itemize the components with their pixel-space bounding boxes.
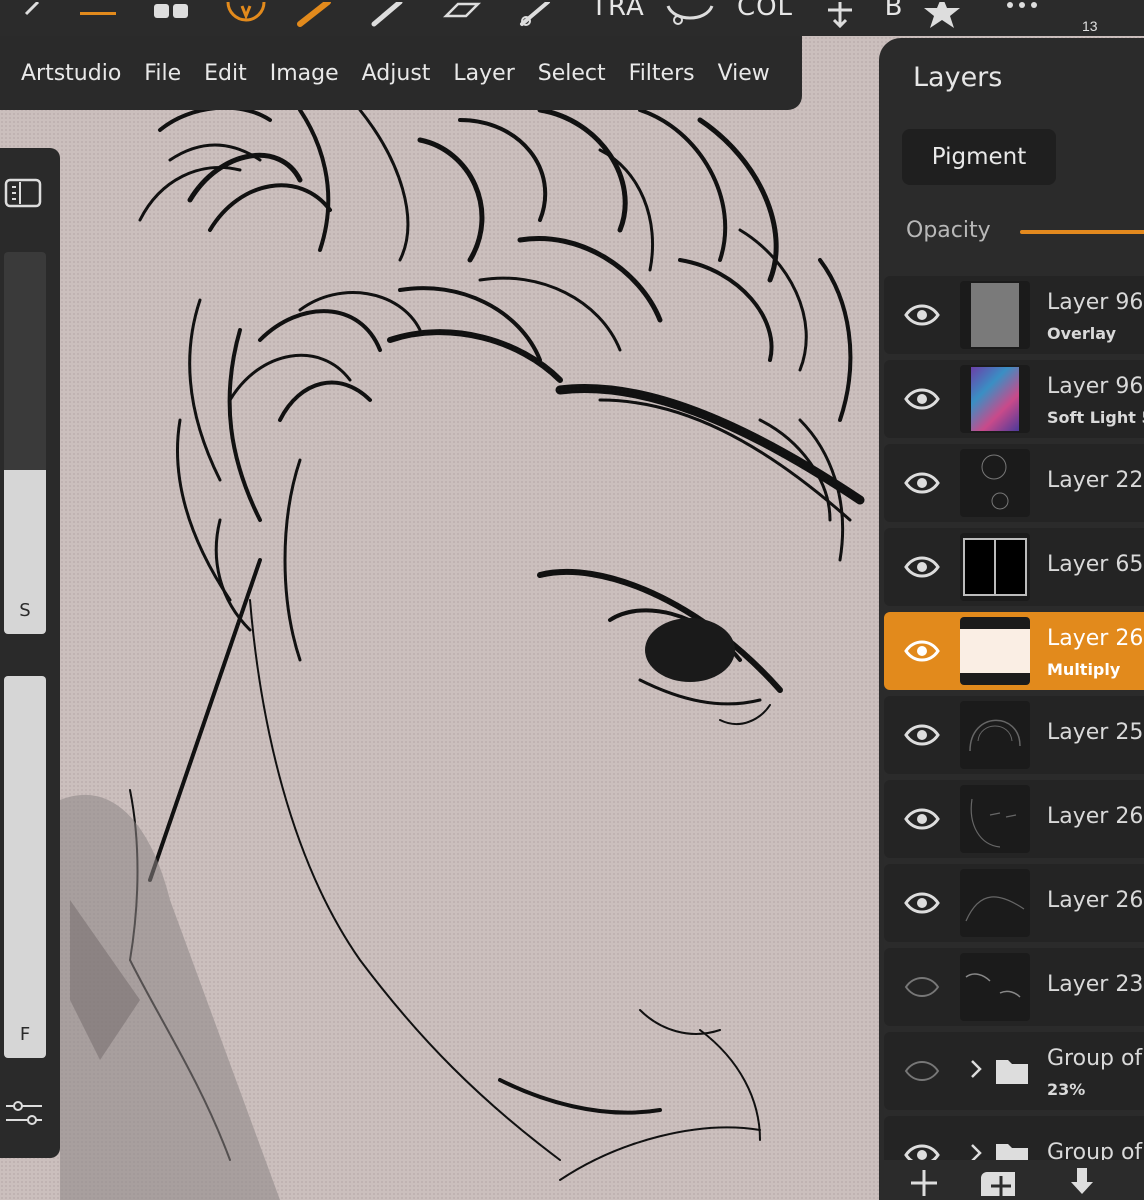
menu-bar: Artstudio File Edit Image Adjust Layer S… [0, 36, 802, 110]
layer-thumbnail [960, 533, 1030, 601]
layer-name: Layer 26 [1047, 626, 1144, 651]
layer-blend-mode: Multiply [1047, 660, 1121, 679]
layer-row[interactable]: Layer 96 c Soft Light 50 [884, 360, 1144, 438]
chevron-right-icon[interactable] [968, 1058, 984, 1080]
eraser-icon[interactable] [440, 0, 484, 30]
layer-row[interactable]: Layer 22 [884, 444, 1144, 522]
download-icon[interactable] [1065, 1162, 1099, 1196]
layer-thumbnail [960, 449, 1030, 517]
eye-icon[interactable] [904, 720, 940, 750]
flow-slider[interactable]: F [4, 676, 46, 1058]
layer-thumbnail [960, 701, 1030, 769]
layer-row[interactable]: Layer 65 [884, 528, 1144, 606]
pen-nib-icon[interactable] [224, 0, 268, 30]
transform-tool[interactable]: TRA [588, 0, 648, 22]
layer-thumbnail [960, 365, 1030, 433]
menu-artstudio[interactable]: Artstudio [21, 61, 121, 86]
flow-slider-fill [4, 676, 46, 1058]
layer-row[interactable]: Layer 96 Overlay [884, 276, 1144, 354]
size-slider[interactable]: S [4, 252, 46, 634]
smudge-icon[interactable] [366, 0, 410, 30]
brush-tool-b[interactable]: B [880, 0, 908, 22]
size-slider-label: S [19, 600, 31, 621]
menu-adjust[interactable]: Adjust [362, 61, 431, 86]
back-arrow-icon[interactable] [16, 0, 46, 30]
layers-panel: Layers Pigment Opacity Layer 96 Overlay … [879, 38, 1144, 1200]
layer-thumbnail [960, 869, 1030, 937]
flow-slider-label: F [19, 1024, 31, 1045]
layer-name: Layer 22 [1047, 468, 1144, 493]
menu-image[interactable]: Image [270, 61, 339, 86]
eye-icon[interactable] [904, 384, 940, 414]
menu-file[interactable]: File [144, 61, 181, 86]
add-layer-icon[interactable] [907, 1162, 941, 1196]
folder-icon [996, 1060, 1028, 1084]
layer-thumbnail [960, 281, 1030, 349]
add-group-icon[interactable] [981, 1162, 1015, 1196]
brush-icon[interactable] [294, 0, 338, 30]
layer-thumbnail [960, 785, 1030, 853]
hamburger-menu-icon[interactable] [80, 0, 116, 30]
layer-blend-mode: Overlay [1047, 324, 1116, 343]
opacity-slider[interactable] [1020, 230, 1144, 234]
eye-icon[interactable] [904, 636, 940, 666]
more-icon[interactable] [1002, 0, 1042, 30]
eye-icon[interactable] [904, 468, 940, 498]
eye-icon[interactable] [904, 300, 940, 330]
group-name: Group of [1047, 1046, 1143, 1071]
group-row[interactable]: Group of 23% [884, 1032, 1144, 1110]
menu-edit[interactable]: Edit [204, 61, 247, 86]
menu-layer[interactable]: Layer [453, 61, 514, 86]
layer-name: Layer 96 c [1047, 374, 1144, 399]
opacity-label: Opacity [906, 218, 991, 243]
notification-badge: 13 [1082, 18, 1098, 34]
top-toolbar: TRA COL B 13 [0, 0, 1144, 36]
layer-name: Layer 65 [1047, 552, 1144, 577]
grid-apps-icon[interactable] [152, 0, 192, 30]
layer-row[interactable]: Layer 26 [884, 864, 1144, 942]
panel-toggle-icon[interactable] [4, 178, 42, 208]
menu-select[interactable]: Select [538, 61, 606, 86]
layer-name: Layer 26 [1047, 888, 1144, 913]
eye-icon[interactable] [904, 804, 940, 834]
move-icon[interactable] [818, 0, 862, 30]
brush-slider-panel: S F [0, 148, 60, 1158]
layer-row[interactable]: Layer 23 [884, 948, 1144, 1026]
layer-row-selected[interactable]: Layer 26 Multiply [884, 612, 1144, 690]
layer-name: Layer 25 [1047, 720, 1144, 745]
layer-thumbnail [960, 617, 1030, 685]
color-tool[interactable]: COL [734, 0, 796, 22]
layer-thumbnail [960, 953, 1030, 1021]
eye-hidden-icon[interactable] [904, 1056, 940, 1086]
layer-row[interactable]: Layer 26 [884, 780, 1144, 858]
eye-icon[interactable] [904, 552, 940, 582]
eye-hidden-icon[interactable] [904, 972, 940, 1002]
slider-settings-icon[interactable] [4, 1098, 44, 1128]
lasso-icon[interactable] [664, 0, 716, 30]
pigment-button[interactable]: Pigment [902, 129, 1056, 185]
layer-row[interactable]: Layer 25 [884, 696, 1144, 774]
eye-icon[interactable] [904, 888, 940, 918]
star-icon[interactable] [922, 0, 962, 30]
eyedropper-icon[interactable] [516, 0, 560, 30]
layer-name: Layer 96 [1047, 290, 1144, 315]
layers-title: Layers [913, 62, 1003, 93]
group-opacity: 23% [1047, 1080, 1086, 1099]
menu-filters[interactable]: Filters [629, 61, 695, 86]
menu-view[interactable]: View [718, 61, 770, 86]
layer-blend-mode: Soft Light 50 [1047, 408, 1144, 427]
layer-name: Layer 26 [1047, 804, 1144, 829]
layer-name: Layer 23 [1047, 972, 1144, 997]
